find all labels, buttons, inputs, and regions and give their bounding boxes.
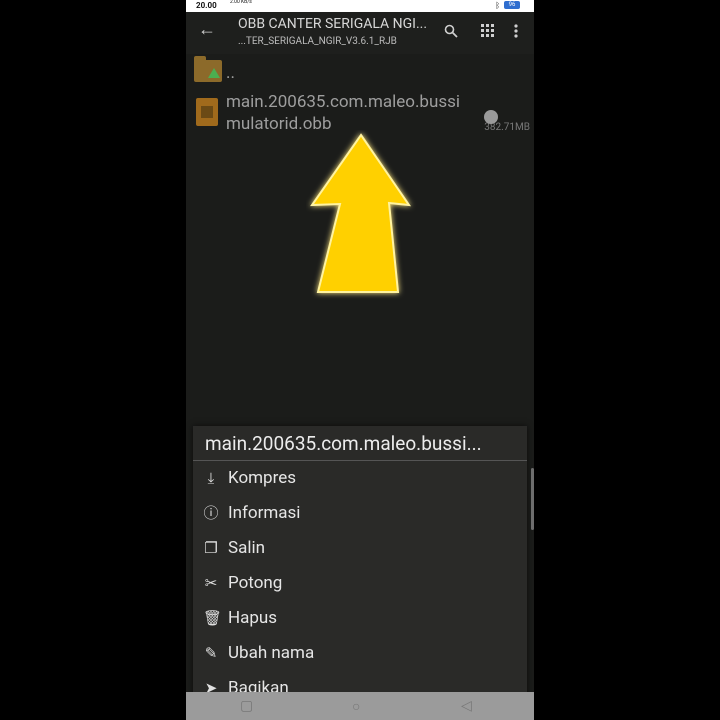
touch-indicator: [484, 110, 498, 124]
home-icon[interactable]: ○: [352, 698, 360, 715]
download-icon: ⤓: [207, 469, 215, 487]
menu-item-kompres[interactable]: ⤓ Kompres: [193, 462, 527, 496]
archive-file-icon: [196, 98, 218, 126]
list-item-parent[interactable]: ..: [186, 56, 534, 88]
menu-item-label: Ubah nama: [228, 643, 315, 663]
file-name-line1: main.200635.com.maleo.bussi: [226, 92, 461, 112]
up-arrow-overlay: [310, 133, 412, 293]
back-nav-icon[interactable]: ◁: [461, 698, 472, 714]
folder-path[interactable]: ...TER_SERIGALA_NGIR_V3.6.1_RJB: [238, 36, 438, 47]
menu-item-potong[interactable]: ✂ Potong: [193, 567, 527, 601]
search-icon[interactable]: [444, 24, 458, 42]
menu-item-label: Salin: [228, 538, 265, 558]
app-bar: ← OBB CANTER SERIGALA NGI... ...TER_SERI…: [186, 12, 534, 54]
scissors-icon: ✂: [204, 574, 218, 592]
folder-up-icon: [194, 56, 222, 82]
navigation-bar: ▢ ○ ◁: [186, 692, 534, 720]
menu-item-salin[interactable]: ❐ Salin: [193, 532, 527, 566]
trash-icon: 🗑: [203, 609, 223, 627]
pencil-icon: ✎: [204, 644, 218, 662]
menu-item-label: Informasi: [228, 503, 301, 523]
network-speed: 2.00 KB/s: [230, 0, 252, 5]
phone-screen: 20.00 2.00 KB/s ᛒ 96 ← OBB CANTER SERIGA…: [186, 0, 534, 720]
menu-item-informasi[interactable]: ⓘ Informasi: [193, 497, 527, 531]
menu-item-ubah-nama[interactable]: ✎ Ubah nama: [193, 637, 527, 671]
menu-item-label: Potong: [228, 573, 283, 593]
more-vert-icon[interactable]: [514, 24, 518, 42]
menu-item-label: Hapus: [228, 608, 278, 628]
status-bar: 20.00 2.00 KB/s ᛒ 96: [186, 0, 534, 12]
grid-icon[interactable]: [481, 24, 494, 41]
copy-icon: ❐: [204, 539, 218, 557]
context-menu: main.200635.com.maleo.bussi... ⤓ Kompres…: [193, 426, 527, 701]
bluetooth-icon: ᛒ: [495, 1, 500, 10]
back-icon[interactable]: ←: [198, 21, 216, 39]
folder-title: OBB CANTER SERIGALA NGI...: [238, 16, 428, 32]
status-time: 20.00: [196, 1, 217, 10]
menu-item-label: Kompres: [228, 468, 296, 488]
menu-divider: [193, 460, 527, 461]
parent-folder-name: ..: [226, 63, 235, 83]
info-icon: ⓘ: [203, 504, 219, 522]
scrollbar[interactable]: [531, 468, 534, 530]
recents-icon[interactable]: ▢: [240, 698, 253, 714]
menu-item-hapus[interactable]: 🗑 Hapus: [193, 602, 527, 636]
menu-title: main.200635.com.maleo.bussi...: [205, 432, 482, 455]
battery-icon: 96: [504, 1, 520, 9]
